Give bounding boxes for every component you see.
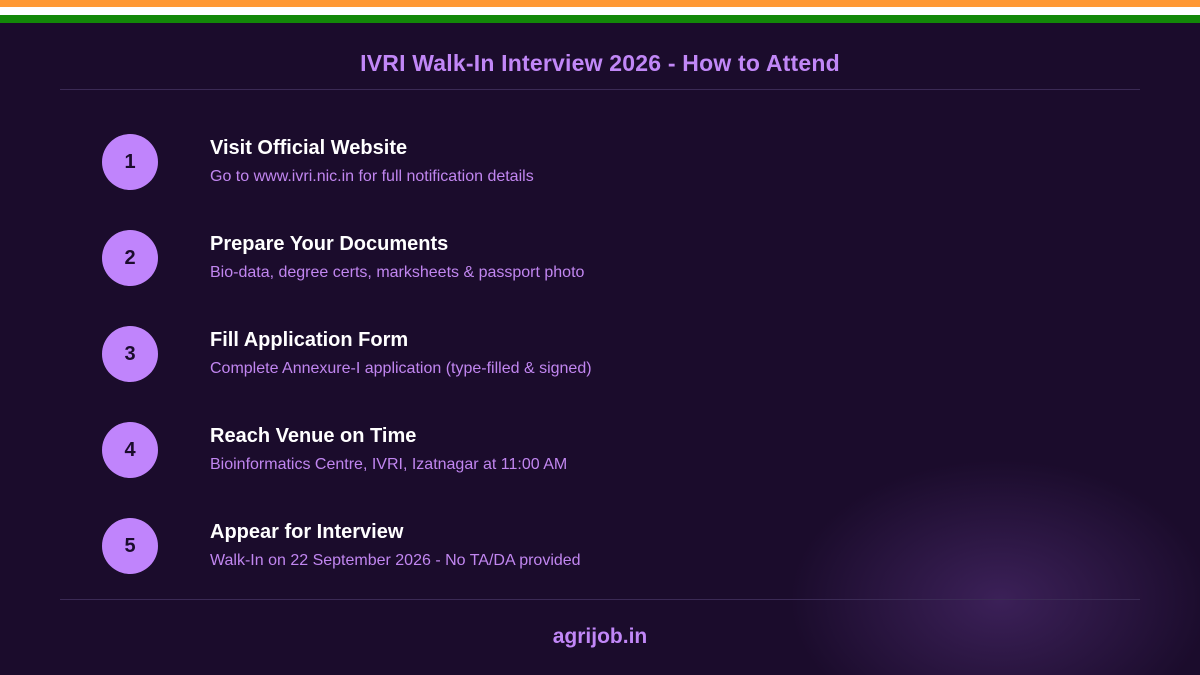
step-title: Visit Official Website (210, 137, 408, 159)
step-description: Complete Annexure-I application (type-fi… (210, 360, 592, 377)
step-number-badge: 1 (102, 134, 158, 190)
step-item-1: 1 Visit Official Website Go to www.ivri.… (0, 134, 1200, 214)
step-item-5: 5 Appear for Interview Walk-In on 22 Sep… (0, 518, 1200, 598)
footer-site-name: agrijob.in (552, 625, 648, 648)
top-divider (60, 89, 1140, 90)
flag-white-stripe (0, 7, 1200, 15)
step-item-4: 4 Reach Venue on Time Bioinformatics Cen… (0, 422, 1200, 502)
indian-flag-stripes (0, 0, 1200, 23)
step-description: Bioinformatics Centre, IVRI, Izatnagar a… (210, 456, 568, 473)
bottom-divider (60, 599, 1140, 600)
step-description: Walk-In on 22 September 2026 - No TA/DA … (210, 552, 581, 569)
step-number-badge: 4 (102, 422, 158, 478)
flag-saffron-stripe (0, 0, 1200, 7)
step-item-3: 3 Fill Application Form Complete Annexur… (0, 326, 1200, 406)
infographic: IVRI Walk-In Interview 2026 - How to Att… (0, 0, 1200, 675)
step-description: Bio-data, degree certs, marksheets & pas… (210, 264, 585, 281)
step-title: Reach Venue on Time (210, 425, 417, 447)
step-number-badge: 5 (102, 518, 158, 574)
flag-green-stripe (0, 15, 1200, 23)
step-title: Prepare Your Documents (210, 233, 449, 255)
step-item-2: 2 Prepare Your Documents Bio-data, degre… (0, 230, 1200, 310)
step-number-badge: 3 (102, 326, 158, 382)
step-number-badge: 2 (102, 230, 158, 286)
step-title: Appear for Interview (210, 521, 404, 543)
step-description: Go to www.ivri.nic.in for full notificat… (210, 168, 534, 185)
page-title: IVRI Walk-In Interview 2026 - How to Att… (360, 50, 840, 76)
step-title: Fill Application Form (210, 329, 409, 351)
